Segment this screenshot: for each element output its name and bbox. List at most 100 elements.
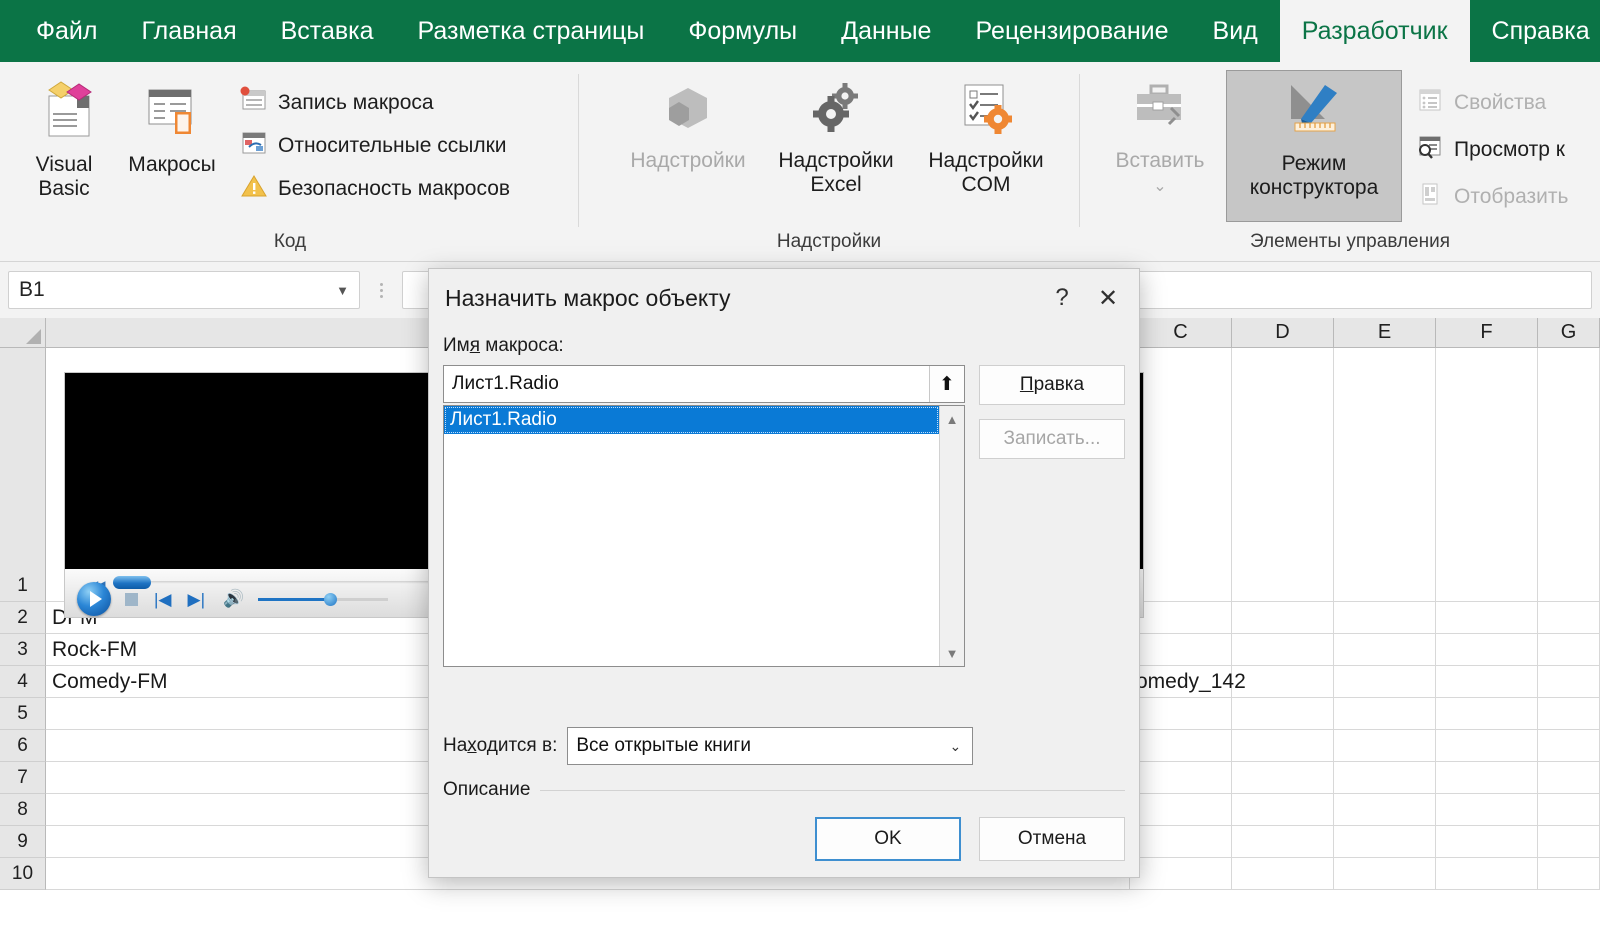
visual-basic-button[interactable]: Visual Basic	[10, 72, 118, 200]
cell-c4[interactable]: omedy_142	[1130, 666, 1232, 698]
scroll-up-icon[interactable]: ▲	[940, 408, 964, 430]
macro-security-button[interactable]: Безопасность макросов	[240, 172, 510, 205]
cell-g1[interactable]	[1538, 348, 1600, 602]
chevron-down-icon[interactable]: ⌄	[938, 738, 972, 755]
cell-e8[interactable]	[1334, 794, 1436, 826]
upload-arrow-icon[interactable]: ⬆	[929, 366, 964, 402]
cell-g6[interactable]	[1538, 730, 1600, 762]
macros-button[interactable]: Макросы	[118, 72, 226, 177]
cell-c9[interactable]	[1130, 826, 1232, 858]
column-header-e[interactable]: E	[1334, 318, 1436, 347]
cell-e6[interactable]	[1334, 730, 1436, 762]
cell-c8[interactable]	[1130, 794, 1232, 826]
column-header-d[interactable]: D	[1232, 318, 1334, 347]
cell-e7[interactable]	[1334, 762, 1436, 794]
help-icon[interactable]: ?	[1039, 276, 1085, 320]
cell-f9[interactable]	[1436, 826, 1538, 858]
location-select[interactable]: Все открытые книги ⌄	[567, 727, 973, 765]
cell-e10[interactable]	[1334, 858, 1436, 890]
insert-control-button[interactable]: Вставить ⌄	[1100, 72, 1220, 196]
addins-button[interactable]: Надстройки	[615, 72, 761, 173]
ribbon-tab-data[interactable]: Данные	[819, 0, 953, 62]
name-box[interactable]: B1 ▼	[8, 271, 360, 309]
volume-slider[interactable]	[258, 598, 388, 601]
formula-bar-options-icon[interactable]	[370, 283, 392, 298]
record-macro-button[interactable]: Запись макроса	[240, 86, 510, 119]
scroll-down-icon[interactable]: ▼	[940, 642, 964, 664]
cell-d10[interactable]	[1232, 858, 1334, 890]
design-mode-button[interactable]: Режим конструктора	[1226, 70, 1402, 222]
ribbon-tab-help[interactable]: Справка	[1470, 0, 1600, 62]
com-addins-button[interactable]: Надстройки COM	[911, 72, 1061, 196]
cell-g8[interactable]	[1538, 794, 1600, 826]
volume-thumb[interactable]	[324, 593, 337, 606]
ribbon-tab-formulas[interactable]: Формулы	[666, 0, 819, 62]
row-header-8[interactable]: 8	[0, 794, 46, 826]
row-header-3[interactable]: 3	[0, 634, 46, 666]
cell-f2[interactable]	[1436, 602, 1538, 634]
cell-c7[interactable]	[1130, 762, 1232, 794]
play-button[interactable]	[77, 582, 111, 616]
cell-c2[interactable]	[1130, 602, 1232, 634]
cell-e3[interactable]	[1334, 634, 1436, 666]
ribbon-tab-insert[interactable]: Вставка	[259, 0, 396, 62]
cell-g9[interactable]	[1538, 826, 1600, 858]
stop-button[interactable]	[125, 593, 138, 606]
cell-e2[interactable]	[1334, 602, 1436, 634]
edit-button[interactable]: Правка	[979, 365, 1125, 405]
cell-d4[interactable]	[1232, 666, 1334, 698]
ribbon-tab-file[interactable]: Файл	[14, 0, 119, 62]
cell-d9[interactable]	[1232, 826, 1334, 858]
cell-d7[interactable]	[1232, 762, 1334, 794]
macro-name-input[interactable]: Лист1.Radio ⬆	[443, 365, 965, 403]
row-header-4[interactable]: 4	[0, 666, 46, 698]
cell-e4[interactable]	[1334, 666, 1436, 698]
column-header-g[interactable]: G	[1538, 318, 1600, 347]
cell-f5[interactable]	[1436, 698, 1538, 730]
cancel-button[interactable]: Отмена	[979, 817, 1125, 861]
cell-c1[interactable]	[1130, 348, 1232, 602]
cell-f10[interactable]	[1436, 858, 1538, 890]
cell-e9[interactable]	[1334, 826, 1436, 858]
cell-e5[interactable]	[1334, 698, 1436, 730]
row-header-6[interactable]: 6	[0, 730, 46, 762]
view-code-button[interactable]: Просмотр к	[1416, 133, 1568, 166]
cell-c5[interactable]	[1130, 698, 1232, 730]
cell-d2[interactable]	[1232, 602, 1334, 634]
cell-f6[interactable]	[1436, 730, 1538, 762]
relative-references-button[interactable]: Относительные ссылки	[240, 129, 510, 162]
run-dialog-button[interactable]: Отобразить	[1416, 180, 1568, 213]
ribbon-tab-review[interactable]: Рецензирование	[953, 0, 1190, 62]
volume-icon[interactable]: 🔊	[223, 589, 244, 609]
column-header-f[interactable]: F	[1436, 318, 1538, 347]
cell-f4[interactable]	[1436, 666, 1538, 698]
cell-c6[interactable]	[1130, 730, 1232, 762]
close-icon[interactable]: ✕	[1085, 276, 1131, 320]
cell-f1[interactable]	[1436, 348, 1538, 602]
cell-c3[interactable]	[1130, 634, 1232, 666]
name-box-chevron-down-icon[interactable]: ▼	[336, 283, 349, 298]
previous-track-icon[interactable]: |◀	[154, 591, 172, 608]
row-header-2[interactable]: 2	[0, 602, 46, 634]
cell-e1[interactable]	[1334, 348, 1436, 602]
cell-f3[interactable]	[1436, 634, 1538, 666]
ribbon-tab-home[interactable]: Главная	[119, 0, 258, 62]
ribbon-tab-page-layout[interactable]: Разметка страницы	[396, 0, 667, 62]
row-header-1[interactable]: 1	[0, 348, 46, 602]
cell-c10[interactable]	[1130, 858, 1232, 890]
row-header-5[interactable]: 5	[0, 698, 46, 730]
row-header-9[interactable]: 9	[0, 826, 46, 858]
cell-f7[interactable]	[1436, 762, 1538, 794]
cell-d3[interactable]	[1232, 634, 1334, 666]
row-header-10[interactable]: 10	[0, 858, 46, 890]
cell-d8[interactable]	[1232, 794, 1334, 826]
select-all-corner[interactable]	[0, 318, 46, 347]
cell-g3[interactable]	[1538, 634, 1600, 666]
macro-list-scrollbar[interactable]: ▲ ▼	[939, 406, 964, 666]
cell-g5[interactable]	[1538, 698, 1600, 730]
cell-d6[interactable]	[1232, 730, 1334, 762]
cell-d5[interactable]	[1232, 698, 1334, 730]
ribbon-tab-view[interactable]: Вид	[1191, 0, 1280, 62]
cell-g4[interactable]	[1538, 666, 1600, 698]
cell-g10[interactable]	[1538, 858, 1600, 890]
